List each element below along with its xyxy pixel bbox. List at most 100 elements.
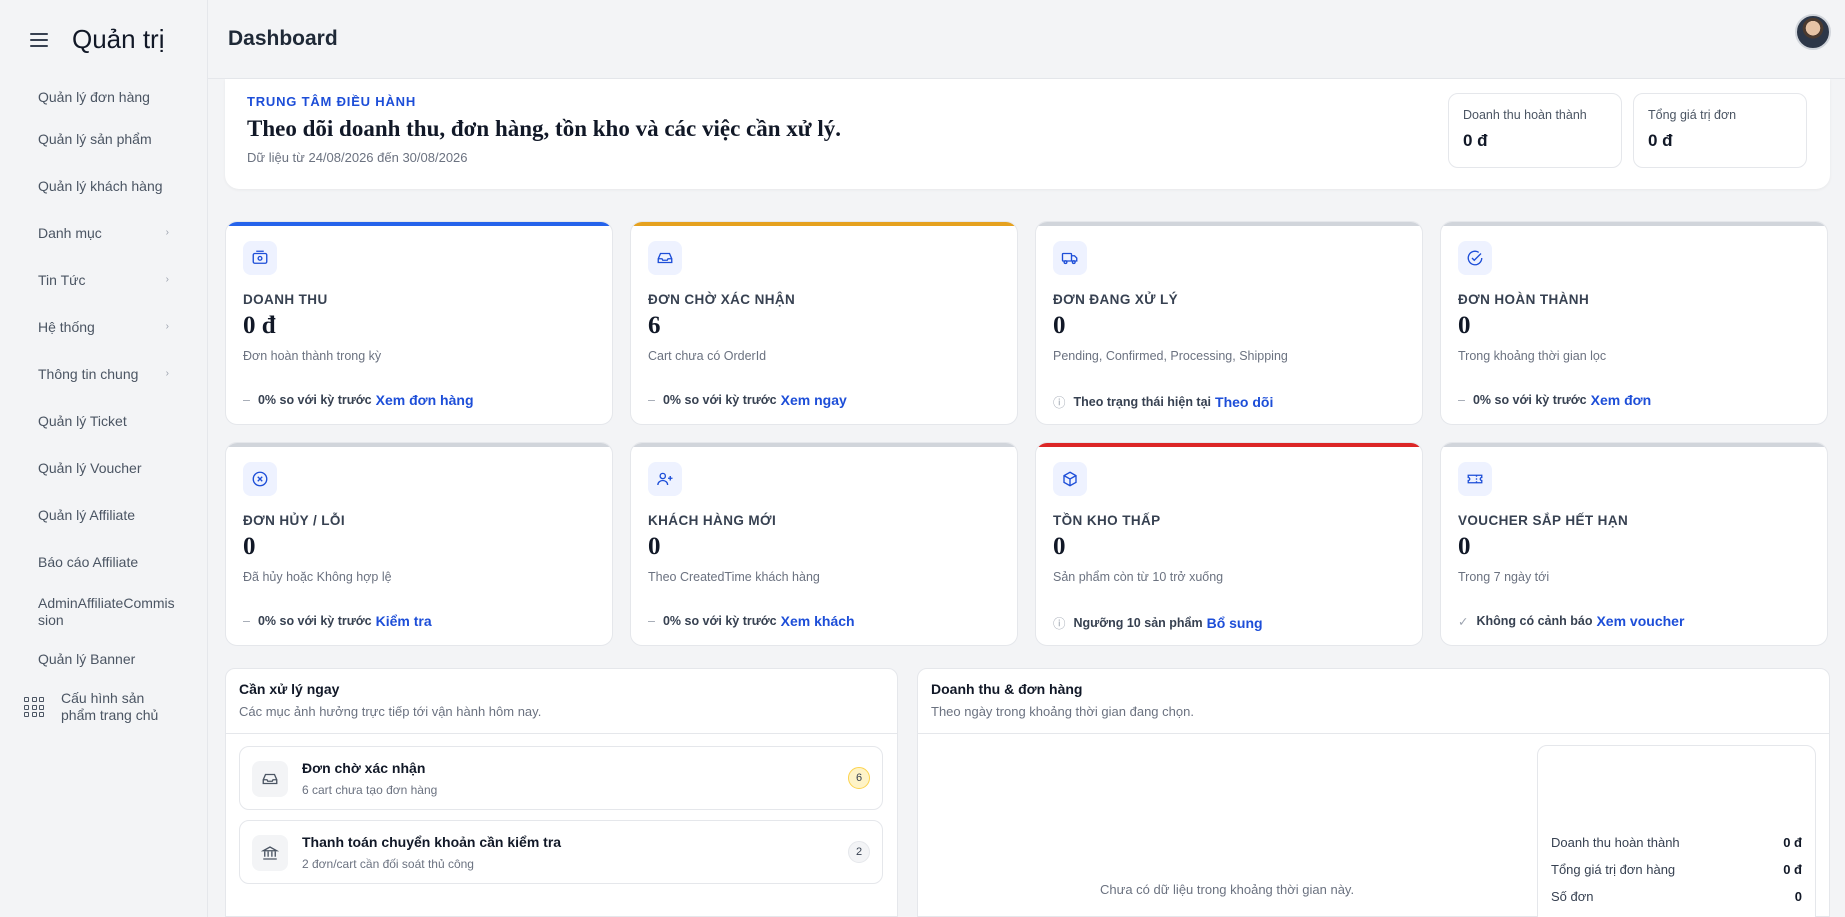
task-count-badge: 2 <box>848 841 870 863</box>
hero-stat-total-order-value: Tổng giá trị đơn 0 đ <box>1633 93 1807 168</box>
kpi-value: 0 <box>1053 533 1066 560</box>
summary-row-order-count: Số đơn 0 <box>1551 889 1802 904</box>
sidebar-item-label: Báo cáo Affiliate <box>38 553 139 570</box>
kpi-title: ĐƠN HỦY / LỖI <box>243 513 345 528</box>
chart-summary-box: Doanh thu hoàn thành 0 đ Tổng giá trị đơn… <box>1537 745 1816 917</box>
kpi-comparison: 0% so với kỳ trước <box>662 614 777 628</box>
kpi-comparison: 0% so với kỳ trước <box>662 393 777 407</box>
kpi-comparison: 0% so với kỳ trước <box>1472 393 1587 407</box>
sidebar-item-orders[interactable]: Quản lý đơn hàng <box>0 79 207 115</box>
check-link[interactable]: Kiểm tra <box>376 613 432 629</box>
sidebar-item-tickets[interactable]: Quản lý Ticket <box>0 397 207 444</box>
task-item-bank-transfer-check[interactable]: Thanh toán chuyển khoản cần kiểm tra 2 đ… <box>239 820 883 884</box>
topbar: Dashboard <box>208 0 1845 79</box>
sidebar-item-label: AdminAffiliateCommission <box>38 595 175 628</box>
kpi-title: KHÁCH HÀNG MỚI <box>648 513 777 528</box>
summary-value: 0 đ <box>1783 835 1802 850</box>
restock-link[interactable]: Bổ sung <box>1207 615 1263 631</box>
grid-icon <box>24 697 44 717</box>
page-title: Dashboard <box>228 27 338 50</box>
track-link[interactable]: Theo dõi <box>1215 394 1273 410</box>
view-orders-link[interactable]: Xem đơn hàng <box>376 392 474 408</box>
kpi-accent-bar <box>1036 222 1422 226</box>
summary-label: Tổng giá trị đơn hàng <box>1551 862 1676 877</box>
kpi-comparison: Theo trạng thái hiện tại <box>1073 394 1212 409</box>
sidebar-item-affiliates[interactable]: Quản lý Affiliate <box>0 491 207 538</box>
task-subtitle: 6 cart chưa tạo đơn hàng <box>302 783 438 797</box>
kpi-card-new-customers: KHÁCH HÀNG MỚI 0 Theo CreatedTime khách … <box>630 442 1018 646</box>
kpi-value: 0 đ <box>243 312 276 339</box>
sidebar-item-banners[interactable]: Quản lý Banner <box>0 639 207 679</box>
kpi-accent-bar <box>226 443 612 447</box>
kpi-description: Trong khoảng thời gian lọc <box>1458 349 1607 363</box>
brand: Quản trị <box>0 0 207 79</box>
sidebar-item-system[interactable]: Hệ thống › <box>0 303 207 350</box>
cash-icon <box>243 241 277 275</box>
view-customers-link[interactable]: Xem khách <box>781 613 855 629</box>
sidebar-item-vouchers[interactable]: Quản lý Voucher <box>0 444 207 491</box>
kpi-comparison: 0% so với kỳ trước <box>257 393 372 407</box>
kpi-footer: ⓘ Ngưỡng 10 sản phẩm Bổ sung <box>1053 613 1263 632</box>
kpi-accent-bar <box>1036 443 1422 447</box>
sidebar-item-label: Quản lý Banner <box>38 651 136 667</box>
kpi-value: 0 <box>648 533 661 560</box>
sidebar-item-label: Thông tin chung <box>38 365 139 382</box>
sidebar-item-affiliate-report[interactable]: Báo cáo Affiliate <box>0 538 207 585</box>
kpi-comparison: Ngưỡng 10 sản phẩm <box>1073 615 1203 630</box>
task-item-pending-confirmation[interactable]: Đơn chờ xác nhận 6 cart chưa tạo đơn hàn… <box>239 746 883 810</box>
hero-stat-value: 0 đ <box>1463 131 1488 150</box>
hero-date-range: Dữ liệu từ 24/08/2026 đến 30/08/2026 <box>247 150 468 165</box>
kpi-description: Trong 7 ngày tới <box>1458 570 1550 584</box>
dash-icon: – <box>1458 393 1465 407</box>
panel-title: Doanh thu & đơn hàng <box>931 681 1083 697</box>
chevron-right-icon: › <box>165 227 169 238</box>
sidebar-item-home-products-config[interactable]: Cấu hình sản phẩm trang chủ <box>0 679 207 735</box>
box-icon <box>1053 462 1087 496</box>
sidebar-item-news[interactable]: Tin Tức › <box>0 256 207 303</box>
summary-label: Số đơn <box>1551 889 1594 904</box>
sidebar-item-label: Quản lý khách hàng <box>38 177 163 194</box>
dash-icon: – <box>243 614 250 628</box>
kpi-title: ĐƠN ĐANG XỬ LÝ <box>1053 292 1179 307</box>
kpi-card-pending-orders: ĐƠN CHỜ XÁC NHẬN 6 Cart chưa có OrderId … <box>630 221 1018 425</box>
avatar[interactable] <box>1795 14 1831 50</box>
view-completed-link[interactable]: Xem đơn <box>1591 392 1652 408</box>
kpi-accent-bar <box>631 222 1017 226</box>
kpi-value: 0 <box>1053 312 1066 339</box>
revenue-orders-panel: Doanh thu & đơn hàng Theo ngày trong kho… <box>917 668 1830 917</box>
view-now-link[interactable]: Xem ngay <box>781 392 847 408</box>
kpi-card-revenue: DOANH THU 0 đ Đơn hoàn thành trong kỳ –0… <box>225 221 613 425</box>
user-plus-icon <box>648 462 682 496</box>
dash-icon: – <box>648 614 655 628</box>
hero-title: Theo dõi doanh thu, đơn hàng, tồn kho và… <box>247 116 841 141</box>
panel-header: Cần xử lý ngay Các mục ảnh hưởng trực ti… <box>226 669 897 734</box>
dash-icon: – <box>648 393 655 407</box>
hero-banner: TRUNG TÂM ĐIỀU HÀNH Theo dõi doanh thu, … <box>225 79 1830 189</box>
task-title: Thanh toán chuyển khoản cần kiểm tra <box>302 834 562 850</box>
menu-icon[interactable] <box>30 32 48 47</box>
kpi-card-cancelled-orders: ĐƠN HỦY / LỖI 0 Đã hủy hoặc Không hợp lệ… <box>225 442 613 646</box>
view-vouchers-link[interactable]: Xem voucher <box>1596 613 1684 629</box>
panel-title: Cần xử lý ngay <box>239 681 340 697</box>
task-subtitle: 2 đơn/cart cần đối soát thủ công <box>302 857 474 871</box>
sidebar-item-label: Tin Tức <box>38 271 86 288</box>
sidebar-item-label: Quản lý sản phẩm <box>38 130 152 147</box>
kpi-title: ĐƠN CHỜ XÁC NHẬN <box>648 292 796 307</box>
sidebar-item-customers[interactable]: Quản lý khách hàng <box>0 162 207 209</box>
dash-icon: – <box>243 393 250 407</box>
kpi-accent-bar <box>631 443 1017 447</box>
kpi-title: DOANH THU <box>243 292 328 307</box>
hero-stat-label: Tổng giá trị đơn <box>1648 108 1737 122</box>
inbox-icon <box>252 761 288 797</box>
summary-row-completed-revenue: Doanh thu hoàn thành 0 đ <box>1551 835 1802 850</box>
sidebar-item-products[interactable]: Quản lý sản phẩm <box>0 115 207 162</box>
panel-header: Doanh thu & đơn hàng Theo ngày trong kho… <box>918 669 1829 734</box>
chevron-right-icon: › <box>165 321 169 332</box>
kpi-title: TỒN KHO THẤP <box>1053 513 1161 528</box>
sidebar-item-general-info[interactable]: Thông tin chung › <box>0 350 207 397</box>
sidebar-item-categories[interactable]: Danh mục › <box>0 209 207 256</box>
kpi-card-processing-orders: ĐƠN ĐANG XỬ LÝ 0 Pending, Confirmed, Pro… <box>1035 221 1423 425</box>
sidebar-item-label: Quản lý đơn hàng <box>38 89 150 105</box>
hero-stat-value: 0 đ <box>1648 131 1673 150</box>
sidebar-item-affiliate-commission[interactable]: AdminAffiliateCommission <box>0 585 207 639</box>
